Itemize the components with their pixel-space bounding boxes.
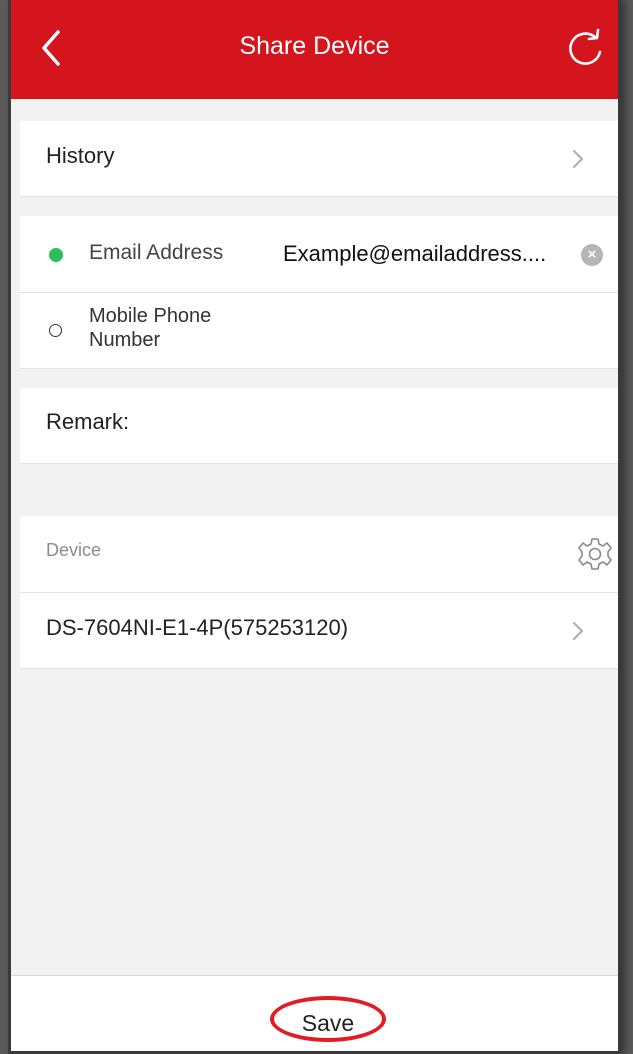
page-title: Share Device bbox=[239, 32, 390, 60]
device-header-row: Device bbox=[20, 516, 621, 593]
remark-row[interactable]: Remark: bbox=[20, 388, 621, 464]
device-section-label: Device bbox=[46, 540, 102, 560]
device-name: DS-7604NI-E1-4P(575253120) bbox=[46, 615, 349, 640]
phone-label-line2: Number bbox=[89, 329, 161, 351]
refresh-button[interactable] bbox=[563, 28, 607, 72]
email-input[interactable]: Example@emailaddress.... bbox=[283, 241, 546, 267]
phone-radio[interactable] bbox=[49, 324, 62, 337]
device-item-row[interactable]: DS-7604NI-E1-4P(575253120) bbox=[20, 593, 621, 669]
email-label: Email Address bbox=[89, 241, 224, 264]
share-device-screen: Share Device History Email Address Examp… bbox=[8, 0, 621, 1054]
clear-icon[interactable]: × bbox=[581, 244, 603, 266]
history-row[interactable]: History bbox=[20, 121, 621, 197]
chevron-right-icon bbox=[572, 621, 584, 641]
chevron-right-icon bbox=[572, 149, 584, 169]
email-option-row[interactable]: Email Address Example@emailaddress.... × bbox=[20, 216, 621, 293]
phone-option-row[interactable]: Mobile Phone Number bbox=[20, 293, 621, 369]
phone-label: Mobile Phone Number bbox=[89, 304, 211, 352]
refresh-icon bbox=[569, 28, 602, 65]
email-radio[interactable] bbox=[49, 248, 63, 262]
gear-icon[interactable] bbox=[577, 536, 613, 572]
phone-label-line1: Mobile Phone bbox=[89, 305, 212, 327]
save-button[interactable]: Save bbox=[270, 996, 386, 1042]
bottom-bar: Save bbox=[8, 975, 621, 1054]
remark-label: Remark: bbox=[46, 409, 130, 434]
history-label: History bbox=[46, 143, 115, 168]
header-bar: Share Device bbox=[8, 0, 621, 99]
